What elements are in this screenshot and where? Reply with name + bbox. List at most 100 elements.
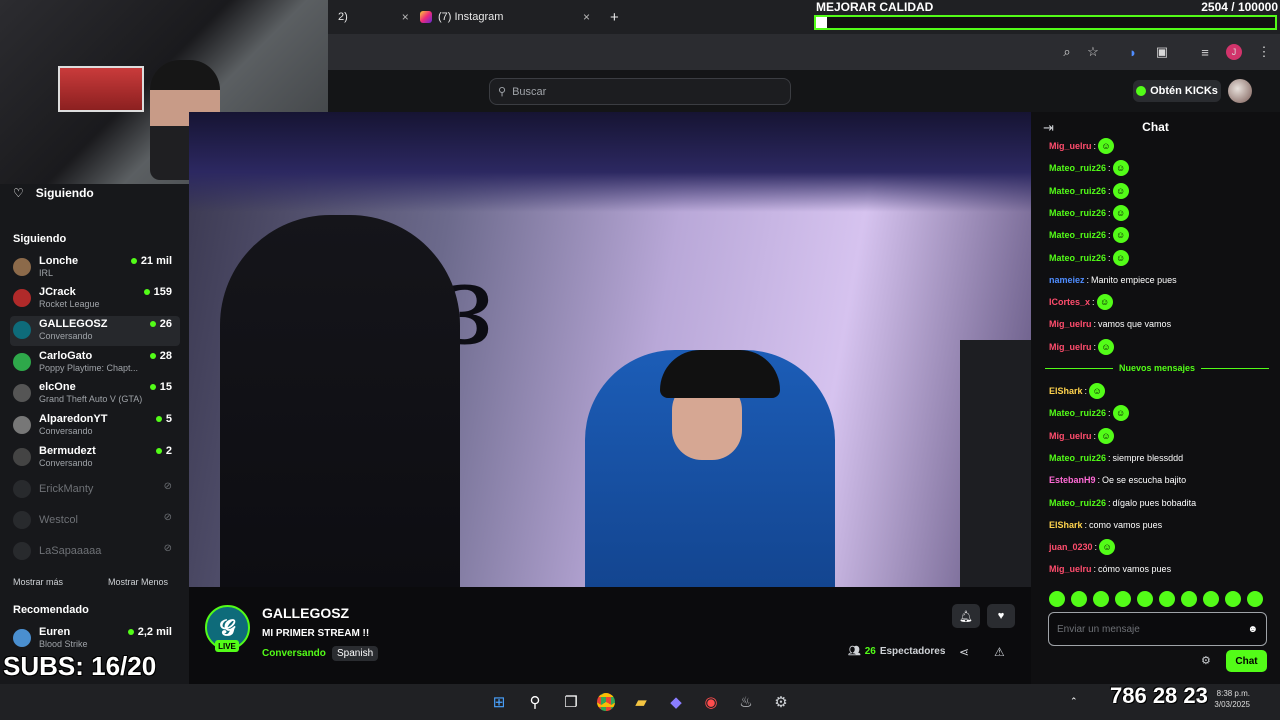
menu-icon[interactable]: ⋮ <box>1254 42 1274 62</box>
chat-username[interactable]: Mateo_ruiz26 <box>1049 208 1106 218</box>
chat-username[interactable]: Mig_uelru <box>1049 141 1092 151</box>
chat-message-input[interactable]: Enviar un mensaje ☻ <box>1048 612 1267 646</box>
chat-username[interactable]: nameiez <box>1049 275 1085 285</box>
sidebar-item-lasapaaaaa[interactable]: LaSapaaaaa ⊘ <box>10 537 180 567</box>
chat-username[interactable]: ElShark <box>1049 520 1083 530</box>
chat-message: ElShark: ☺ <box>1049 382 1106 400</box>
warning-icon[interactable]: ⚠ <box>994 645 1005 659</box>
browser-tab-instagram[interactable]: (7) Instagram × <box>410 4 600 30</box>
streamer-name[interactable]: GALLEGOSZ <box>262 605 349 621</box>
close-icon[interactable]: × <box>402 10 409 24</box>
sidebar-item-carlogato[interactable]: CarloGato Poppy Playtime: Chapt... 28 <box>10 348 180 378</box>
chat-username[interactable]: Mateo_ruiz26 <box>1049 186 1106 196</box>
emote-icon[interactable] <box>1181 591 1197 607</box>
chat-username[interactable]: Mateo_ruiz26 <box>1049 230 1106 240</box>
star-icon[interactable]: ☆ <box>1083 42 1103 62</box>
folder-icon[interactable]: ▰ <box>629 690 653 714</box>
chat-username[interactable]: Mig_uelru <box>1049 319 1092 329</box>
avatar <box>13 629 31 647</box>
emote-icon[interactable] <box>1137 591 1153 607</box>
stream-category[interactable]: Conversando <box>262 648 326 659</box>
sidebar-item-gallegosz[interactable]: GALLEGOSZ Conversando 26 <box>10 316 180 346</box>
emote-icon[interactable] <box>1115 591 1131 607</box>
live-dot <box>127 629 134 635</box>
user-avatar[interactable] <box>1228 79 1252 103</box>
chat-username[interactable]: Mig_uelru <box>1049 564 1092 574</box>
browser-tab[interactable]: 2) × <box>328 4 419 30</box>
zoom-icon[interactable]: ⌕ <box>1057 42 1077 62</box>
avatar <box>13 384 31 402</box>
emoji-icon[interactable]: ☻ <box>1247 624 1258 635</box>
emote-icon[interactable] <box>1049 591 1065 607</box>
chat-username[interactable]: Mateo_ruiz26 <box>1049 453 1106 463</box>
chat-username[interactable]: Mateo_ruiz26 <box>1049 408 1106 418</box>
obs-icon[interactable]: ◉ <box>699 690 723 714</box>
sidebar-item-bermudezt[interactable]: Bermudezt Conversando 2 <box>10 443 180 473</box>
counter-overlay: 786 28 23 <box>1110 683 1208 708</box>
people-icon: 👥︎ <box>848 646 861 657</box>
show-more-link[interactable]: Mostrar más <box>13 577 63 587</box>
steam-icon[interactable]: ♨ <box>734 690 758 714</box>
viewer-count: 28 <box>149 350 172 362</box>
sidebar-item-alparedonyt[interactable]: AlparedonYT Conversando 5 <box>10 411 180 441</box>
sidebar-following-nav[interactable]: ♡ Siguiendo <box>13 186 94 200</box>
viewer-count-value: 2,2 mil <box>137 626 172 638</box>
search-icon[interactable]: ⚲ <box>523 690 547 714</box>
chat-text: cómo vamos pues <box>1098 564 1172 575</box>
notification-bell-button[interactable]: 🔔︎ <box>952 604 980 628</box>
share-icon[interactable]: ⋖ <box>959 645 969 659</box>
chevron-up-icon[interactable]: ⌃ <box>1070 696 1078 707</box>
emote-icon[interactable] <box>1071 591 1087 607</box>
subs-counter-overlay: SUBS: 16/20 <box>3 651 157 681</box>
chat-username[interactable]: Mateo_ruiz26 <box>1049 498 1106 508</box>
media-icon[interactable]: ≡ <box>1195 42 1215 62</box>
follow-heart-button[interactable]: ♥ <box>987 604 1015 628</box>
chat-colon: : <box>1108 252 1111 263</box>
emote-icon[interactable] <box>1247 591 1263 607</box>
sidebar-item-lonche[interactable]: Lonche IRL 21 mil <box>10 253 180 283</box>
chat-username[interactable]: juan_0230 <box>1049 542 1093 552</box>
sidebar-item-elcone[interactable]: elcOne Grand Theft Auto V (GTA) 15 <box>10 379 180 409</box>
send-chat-button[interactable]: Chat <box>1226 650 1267 672</box>
task-view-icon[interactable]: ❐ <box>559 690 583 714</box>
chat-username[interactable]: Mateo_ruiz26 <box>1049 163 1106 173</box>
sidebar-item-euren[interactable]: Euren Blood Strike 2,2 mil <box>10 624 180 654</box>
viewer-count: 2 <box>155 445 172 457</box>
get-kicks-button[interactable]: Obtén KICKs <box>1133 80 1221 102</box>
chat-colon: : <box>1094 542 1098 553</box>
emote-icon: ☺ <box>1098 338 1115 355</box>
chat-username[interactable]: ICortes_x <box>1049 297 1090 307</box>
close-icon[interactable]: × <box>583 10 590 24</box>
emote-icon[interactable] <box>1225 591 1241 607</box>
stream-title: MI PRIMER STREAM !! <box>262 628 370 639</box>
app-icon[interactable]: ◆ <box>664 690 688 714</box>
chat-username[interactable]: EstebanH9 <box>1049 475 1096 485</box>
new-tab-button[interactable]: + <box>600 4 629 30</box>
language-tag[interactable]: Spanish <box>332 646 379 661</box>
chat-username[interactable]: Mig_uelru <box>1049 342 1092 352</box>
sidebar-item-westcol[interactable]: Westcol ⊘ <box>10 506 180 536</box>
show-less-link[interactable]: Mostrar Menos <box>108 577 168 587</box>
emote-bar[interactable] <box>1049 591 1267 609</box>
chrome-icon[interactable] <box>594 690 618 714</box>
extension-icon[interactable]: ◗ <box>1123 42 1143 62</box>
puzzle-icon[interactable]: ▣ <box>1152 42 1172 62</box>
emote-icon[interactable] <box>1203 591 1219 607</box>
settings-icon[interactable]: ⚙ <box>769 690 793 714</box>
chat-username[interactable]: Mateo_ruiz26 <box>1049 253 1106 263</box>
viewer-count: 21 mil <box>130 255 172 267</box>
windows-start-icon[interactable]: ⊞ <box>487 690 511 714</box>
emote-icon[interactable] <box>1093 591 1109 607</box>
sidebar-item-erickmanty[interactable]: ErickManty ⊘ <box>10 475 180 505</box>
sidebar-item-jcrack[interactable]: JCrack Rocket League 159 <box>10 284 180 314</box>
search-input[interactable]: ⚲ Buscar <box>489 78 791 105</box>
chat-username[interactable]: ElShark <box>1049 386 1083 396</box>
chat-message: Mateo_ruiz26: ☺ <box>1049 204 1129 222</box>
emote-icon: ☺ <box>1112 160 1129 177</box>
gear-icon[interactable]: ⚙ <box>1201 654 1211 667</box>
chat-username[interactable]: Mig_uelru <box>1049 431 1092 441</box>
emote-icon[interactable] <box>1159 591 1175 607</box>
profile-icon[interactable]: J <box>1224 42 1244 62</box>
viewer-count: 15 <box>149 381 172 393</box>
offline-icon: ⊘ <box>163 543 172 554</box>
